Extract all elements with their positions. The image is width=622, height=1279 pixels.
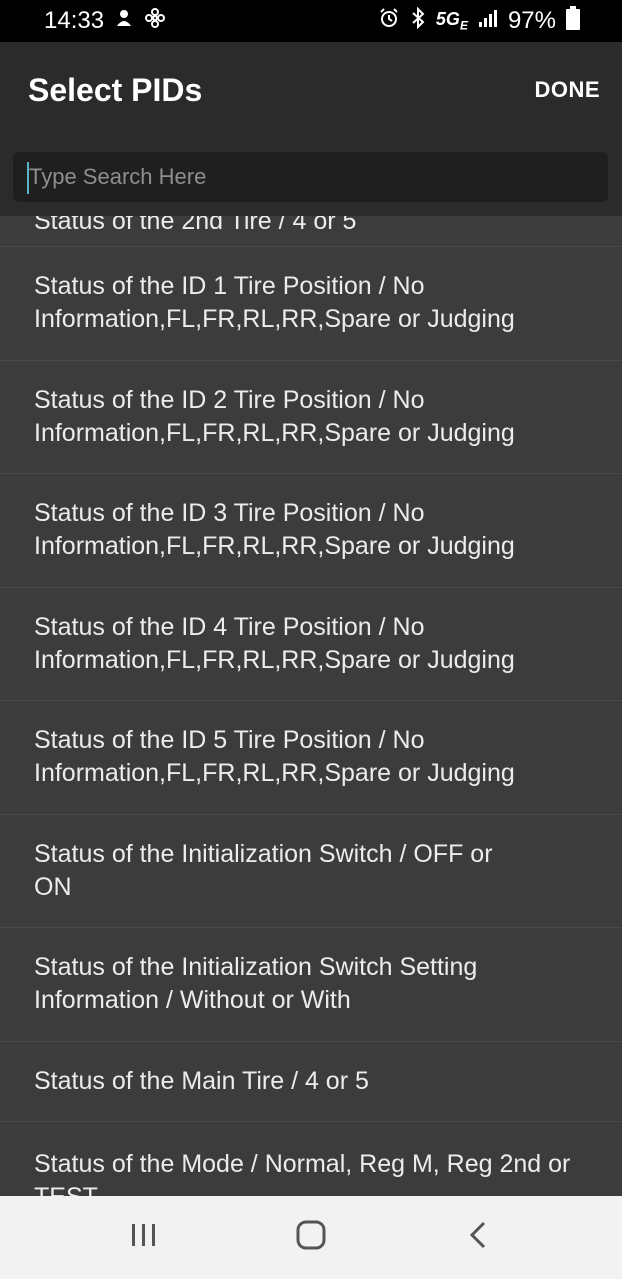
network-label: 5GE bbox=[435, 9, 468, 33]
home-button[interactable] bbox=[271, 1208, 351, 1268]
list-item[interactable]: Status of the Main Tire / 4 or 5 bbox=[0, 1042, 622, 1122]
fan-icon bbox=[144, 7, 166, 36]
navigation-bar bbox=[0, 1196, 622, 1279]
list-item[interactable]: Status of the ID 2 Tire Position / No In… bbox=[0, 361, 622, 474]
text-cursor bbox=[27, 162, 29, 194]
list-item[interactable]: Status of the ID 4 Tire Position / No In… bbox=[0, 588, 622, 701]
notification-icon bbox=[114, 7, 134, 35]
app-bar: Select PIDs DONE bbox=[0, 42, 622, 138]
list-item[interactable]: Status of the Initialization Switch / OF… bbox=[0, 815, 622, 928]
list-item[interactable]: Status of the Initialization Switch Sett… bbox=[0, 928, 622, 1042]
list-item[interactable]: Status of the ID 3 Tire Position / No In… bbox=[0, 474, 622, 588]
recent-apps-button[interactable] bbox=[104, 1208, 184, 1268]
pid-list-inner: Status of the 2nd Tire / 4 or 5 Status o… bbox=[0, 216, 622, 1196]
done-button[interactable]: DONE bbox=[534, 77, 600, 103]
status-bar: 14:33 5GE 97% bbox=[0, 0, 622, 42]
battery-icon bbox=[566, 5, 580, 37]
back-button[interactable] bbox=[438, 1208, 518, 1268]
alarm-icon bbox=[378, 7, 400, 36]
page-title: Select PIDs bbox=[28, 71, 203, 108]
status-left: 14:33 bbox=[44, 7, 166, 36]
pid-list[interactable]: Status of the 2nd Tire / 4 or 5 Status o… bbox=[0, 216, 622, 1196]
home-icon bbox=[296, 1220, 326, 1255]
back-icon bbox=[468, 1220, 488, 1255]
list-item[interactable]: Status of the 2nd Tire / 4 or 5 bbox=[0, 216, 622, 247]
list-item[interactable]: Status of the Mode / Normal, Reg M, Reg … bbox=[0, 1122, 622, 1197]
bluetooth-icon bbox=[410, 6, 426, 36]
search-bar bbox=[0, 138, 622, 216]
status-time: 14:33 bbox=[44, 7, 105, 34]
signal-icon bbox=[478, 7, 498, 35]
battery-percent: 97% bbox=[507, 7, 556, 34]
search-input[interactable] bbox=[13, 152, 608, 202]
list-item[interactable]: Status of the ID 5 Tire Position / No In… bbox=[0, 701, 622, 815]
recent-apps-icon bbox=[129, 1222, 159, 1253]
status-right: 5GE 97% bbox=[378, 5, 580, 37]
list-item[interactable]: Status of the ID 1 Tire Position / No In… bbox=[0, 247, 622, 361]
